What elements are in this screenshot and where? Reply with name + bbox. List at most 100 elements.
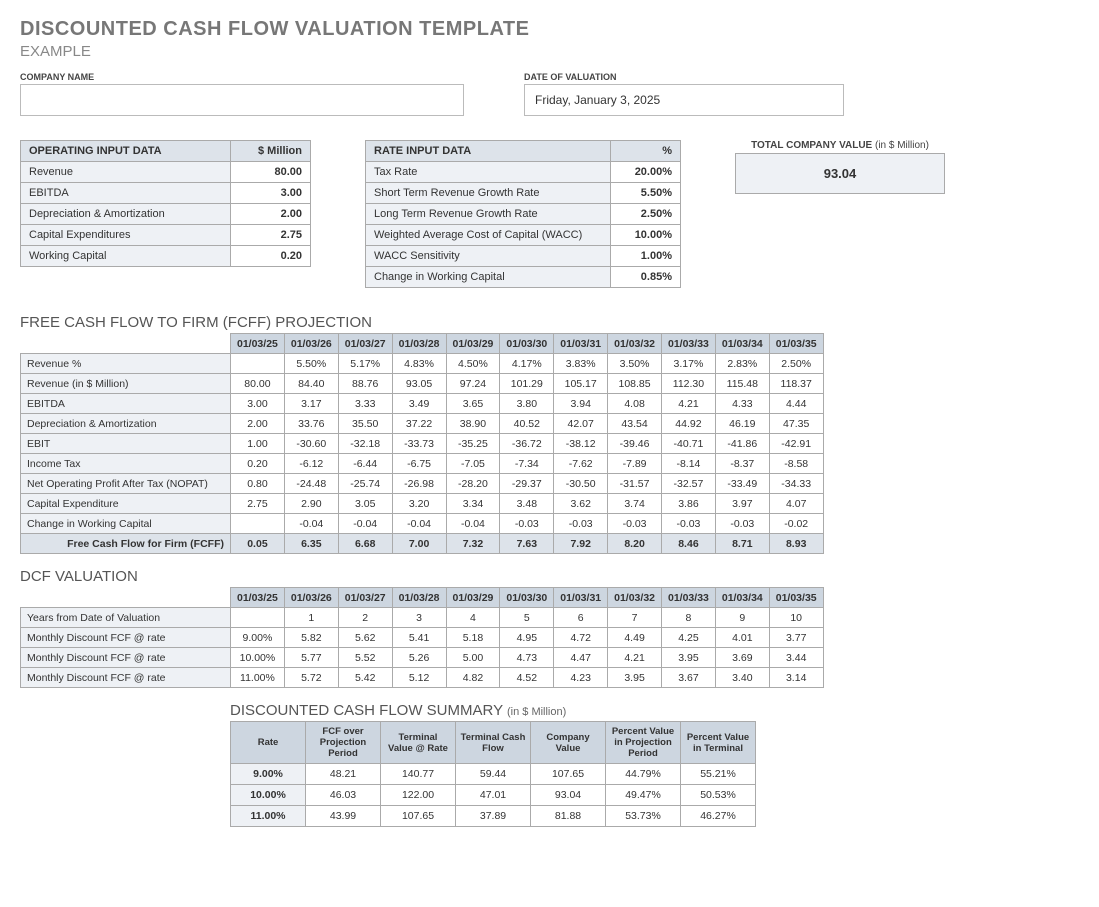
table-cell: -33.73 xyxy=(392,434,446,454)
table-cell: 50.53% xyxy=(681,785,756,806)
table-cell: 5.42 xyxy=(338,668,392,688)
table-cell: -7.05 xyxy=(446,454,500,474)
table-cell: -7.89 xyxy=(608,454,662,474)
table-cell: -8.58 xyxy=(769,454,823,474)
table-cell: -0.03 xyxy=(554,514,608,534)
date-header: 01/03/25 xyxy=(231,588,285,608)
table-cell: -31.57 xyxy=(608,474,662,494)
table-cell: 47.35 xyxy=(769,414,823,434)
table-row-value: 2.00 xyxy=(231,204,311,225)
date-input[interactable]: Friday, January 3, 2025 xyxy=(524,84,844,116)
table-cell: 3.14 xyxy=(769,668,823,688)
table-cell: 3.50% xyxy=(608,354,662,374)
table-cell: 3.80 xyxy=(500,394,554,414)
table-row-label: Monthly Discount FCF @ rate xyxy=(21,628,231,648)
table-cell: 55.21% xyxy=(681,764,756,785)
table-cell: 7.32 xyxy=(446,534,500,554)
table-cell: 43.99 xyxy=(306,806,381,827)
date-header: 01/03/27 xyxy=(338,334,392,354)
table-cell: -36.72 xyxy=(500,434,554,454)
table-cell: -8.14 xyxy=(662,454,716,474)
table-cell: 5.77 xyxy=(284,648,338,668)
page-subtitle: EXAMPLE xyxy=(20,43,1079,60)
table-cell: 9 xyxy=(715,608,769,628)
table-cell: -32.57 xyxy=(662,474,716,494)
table-cell: 43.54 xyxy=(608,414,662,434)
table-cell: 3.69 xyxy=(715,648,769,668)
table-cell: 2.75 xyxy=(231,494,285,514)
table-cell: -6.12 xyxy=(284,454,338,474)
table-cell xyxy=(231,608,285,628)
table-row-label: Depreciation & Amortization xyxy=(21,414,231,434)
table-cell: 4.01 xyxy=(715,628,769,648)
table-cell: -29.37 xyxy=(500,474,554,494)
table-cell: 3.34 xyxy=(446,494,500,514)
table-cell: 5.00 xyxy=(446,648,500,668)
table-cell: 2.50% xyxy=(769,354,823,374)
table-cell: 37.89 xyxy=(456,806,531,827)
table-cell: 4.17% xyxy=(500,354,554,374)
date-header: 01/03/27 xyxy=(338,588,392,608)
table-row-label: EBITDA xyxy=(21,183,231,204)
table-cell: 3.74 xyxy=(608,494,662,514)
table-cell: 2.83% xyxy=(715,354,769,374)
table-row-label: Revenue xyxy=(21,162,231,183)
table-cell: 4.73 xyxy=(500,648,554,668)
table-row-label: Monthly Discount FCF @ rate xyxy=(21,668,231,688)
table-cell xyxy=(231,514,285,534)
table-cell: 46.27% xyxy=(681,806,756,827)
table-cell: -39.46 xyxy=(608,434,662,454)
table-cell: -7.34 xyxy=(500,454,554,474)
table-row-value: 2.50% xyxy=(611,204,681,225)
summary-header: Company Value xyxy=(531,722,606,764)
table-cell: -0.04 xyxy=(284,514,338,534)
table-row-label: Income Tax xyxy=(21,454,231,474)
table-cell: 1.00 xyxy=(231,434,285,454)
table-cell: 97.24 xyxy=(446,374,500,394)
table-cell: 8.46 xyxy=(662,534,716,554)
table-cell: 5.82 xyxy=(284,628,338,648)
table-cell: -0.03 xyxy=(662,514,716,534)
table-cell: 4.52 xyxy=(500,668,554,688)
table-cell: 107.65 xyxy=(381,806,456,827)
date-header: 01/03/29 xyxy=(446,334,500,354)
company-name-input[interactable] xyxy=(20,84,464,116)
table-cell: 108.85 xyxy=(608,374,662,394)
dcf-valuation-table: 01/03/2501/03/2601/03/2701/03/2801/03/29… xyxy=(20,587,824,688)
table-row-label: EBIT xyxy=(21,434,231,454)
table-row-value: 0.20 xyxy=(231,246,311,267)
date-header: 01/03/30 xyxy=(500,588,554,608)
table-cell: 48.21 xyxy=(306,764,381,785)
table-cell: 4.82 xyxy=(446,668,500,688)
table-cell: 59.44 xyxy=(456,764,531,785)
table-cell: 5.52 xyxy=(338,648,392,668)
table-cell: 3.67 xyxy=(662,668,716,688)
table-cell: 81.88 xyxy=(531,806,606,827)
table-cell: -7.62 xyxy=(554,454,608,474)
table-cell: -25.74 xyxy=(338,474,392,494)
table-cell: 140.77 xyxy=(381,764,456,785)
table-cell: 5.17% xyxy=(338,354,392,374)
date-header: 01/03/28 xyxy=(392,334,446,354)
table-cell: 38.90 xyxy=(446,414,500,434)
table-cell: 6.68 xyxy=(338,534,392,554)
table-cell: -26.98 xyxy=(392,474,446,494)
table-cell: 42.07 xyxy=(554,414,608,434)
table-row-label: EBITDA xyxy=(21,394,231,414)
table-cell: -28.20 xyxy=(446,474,500,494)
table-row-label: Short Term Revenue Growth Rate xyxy=(366,183,611,204)
table-cell: 3.20 xyxy=(392,494,446,514)
table-cell: -38.12 xyxy=(554,434,608,454)
summary-header: Terminal Value @ Rate xyxy=(381,722,456,764)
table-cell: 4.07 xyxy=(769,494,823,514)
table-cell: 9.00% xyxy=(231,628,285,648)
table-row-label: Revenue (in $ Million) xyxy=(21,374,231,394)
fcff-total-label: Free Cash Flow for Firm (FCFF) xyxy=(21,534,231,554)
table-cell: 37.22 xyxy=(392,414,446,434)
summary-rate: 9.00% xyxy=(231,764,306,785)
table-cell: 4.25 xyxy=(662,628,716,648)
table-row-label: Revenue % xyxy=(21,354,231,374)
table-cell: 5.26 xyxy=(392,648,446,668)
date-header: 01/03/26 xyxy=(284,334,338,354)
table-cell: 105.17 xyxy=(554,374,608,394)
